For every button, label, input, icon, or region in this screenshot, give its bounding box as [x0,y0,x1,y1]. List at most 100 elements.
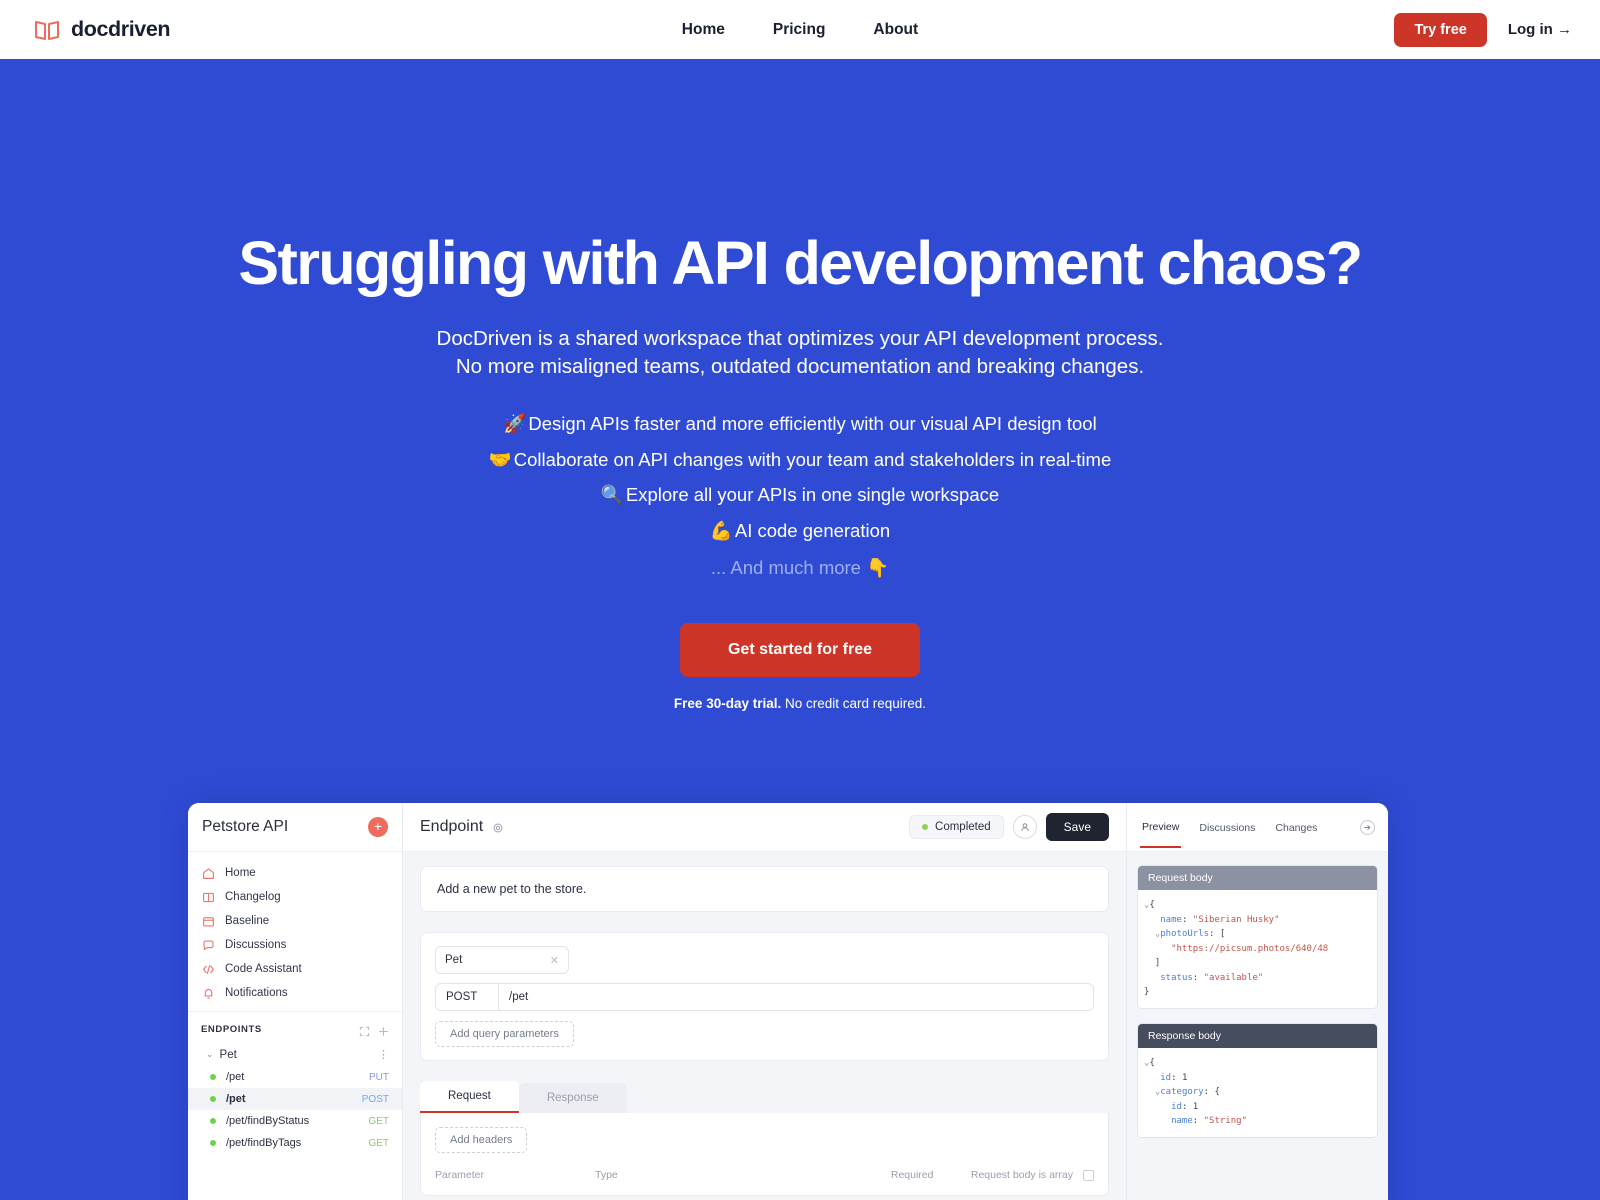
sidebar-item-changelog[interactable]: Changelog [188,885,402,909]
chevron-down-icon: ⌄ [206,1049,214,1059]
nav-links: Home Pricing About [0,21,1600,39]
endpoints-header: ENDPOINTS [188,1012,402,1043]
tab-request[interactable]: Request [420,1081,519,1113]
top-navbar: docdriven Home Pricing About Try free Lo… [0,0,1600,59]
book-icon [202,891,215,904]
sidebar-item-label: Discussions [225,939,287,951]
request-body-card: Request body ⌄{ name: "Siberian Husky" ⌄… [1137,865,1378,1010]
endpoint-group-pet[interactable]: ⌄ Pet ⋮ [188,1043,402,1066]
feature-text: Collaborate on API changes with your tea… [513,448,1112,470]
sidebar-item-code-assistant[interactable]: Code Assistant [188,957,402,981]
nav-link-pricing[interactable]: Pricing [773,21,826,39]
status-badge[interactable]: Completed [909,815,1004,839]
preview-body: Request body ⌄{ name: "Siberian Husky" ⌄… [1127,852,1388,1200]
sidebar-item-home[interactable]: Home [188,861,402,885]
endpoint-method: GET [368,1137,389,1149]
column-type: Type [595,1169,618,1181]
sidebar-item-baseline[interactable]: Baseline [188,909,402,933]
endpoint-path: /pet/findByTags [226,1137,302,1149]
request-definition-card: Pet ✕ POST /pet Add query parameters [420,932,1109,1061]
tab-changes[interactable]: Changes [1273,808,1319,847]
feature-text: AI code generation [734,519,891,541]
url-row: POST /pet [435,983,1094,1011]
column-parameter: Parameter [435,1169,485,1181]
endpoint-method: PUT [369,1071,389,1083]
calendar-icon [202,915,215,928]
feature-text: Explore all your APIs in one single work… [625,484,1000,506]
nav-actions: Try free Log in → [1394,12,1572,47]
get-started-button[interactable]: Get started for free [679,623,921,678]
status-dot [210,1074,216,1080]
main-toolbar: Endpoint Completed Save [403,803,1126,852]
request-body-array-checkbox[interactable] [1083,1169,1094,1181]
login-link[interactable]: Log in → [1508,21,1572,38]
endpoint-description[interactable]: Add a new pet to the store. [421,867,1108,911]
project-title: Petstore API [202,818,289,835]
tab-preview[interactable]: Preview [1140,807,1182,848]
response-body-title: Response body [1138,1024,1377,1049]
expand-icon[interactable] [359,1024,370,1037]
sidebar-item-label: Baseline [225,915,270,927]
response-body-code: ⌄{ id: 1 ⌄category: { id: 1 name: "Strin… [1138,1048,1377,1137]
endpoint-row[interactable]: /pet POST [188,1088,402,1110]
response-body-card: Response body ⌄{ id: 1 ⌄category: { id: … [1137,1023,1378,1138]
bell-icon [202,987,215,1000]
endpoint-row[interactable]: /pet/findByTags GET [188,1132,402,1154]
project-header: Petstore API + [188,803,402,852]
tab-discussions[interactable]: Discussions [1197,808,1257,847]
close-icon[interactable]: ✕ [550,954,559,967]
code-brackets-icon [202,963,215,976]
sidebar-nav: Home Changelog Baseline Discussions Code… [188,852,402,1012]
nav-link-about[interactable]: About [873,21,918,39]
endpoint-path: /pet/findByStatus [226,1115,310,1127]
sidebar-item-discussions[interactable]: Discussions [188,933,402,957]
endpoint-row[interactable]: /pet/findByStatus GET [188,1110,402,1132]
sidebar-item-label: Home [225,867,256,879]
rocket-icon: 🚀 [503,413,527,435]
add-query-parameters-button[interactable]: Add query parameters [435,1021,574,1047]
tag-field[interactable]: Pet ✕ [435,946,569,974]
gear-icon[interactable] [492,821,504,833]
nav-link-home[interactable]: Home [682,21,725,39]
endpoint-row[interactable]: /pet PUT [188,1066,402,1088]
and-much-more-text: ... And much more 👇 [710,557,890,579]
magnifier-icon: 🔍 [600,484,624,506]
column-request-body-array: Request body is array [970,1169,1073,1181]
sidebar-item-label: Code Assistant [225,963,302,975]
endpoint-path: /pet [226,1093,246,1105]
status-dot [922,824,929,830]
request-response-tabs: Request Response [420,1081,1109,1113]
avatar[interactable] [1012,815,1037,839]
endpoint-heading: Endpoint [420,818,484,835]
sidebar-item-notifications[interactable]: Notifications [188,981,402,1005]
save-button[interactable]: Save [1045,813,1109,841]
params-table-header: Parameter Type Required Request body is … [435,1169,1094,1181]
request-body-title: Request body [1138,866,1377,890]
description-card: Add a new pet to the store. [420,866,1109,912]
trial-note: Free 30-day trial. No credit card requir… [0,696,1600,711]
trial-note-rest: No credit card required. [781,696,927,712]
chat-bubble-icon [202,939,215,952]
method-select[interactable]: POST [435,983,499,1011]
arrow-right-circle-icon[interactable] [1360,819,1375,835]
app-screenshot-mockup: Petstore API + Home Changelog Baseline D… [188,803,1388,1200]
app-right-panel: Preview Discussions Changes Request body… [1126,803,1388,1200]
handshake-icon: 🤝 [488,448,512,470]
toolbar-actions: Completed Save [909,813,1109,841]
add-project-button[interactable]: + [368,817,388,837]
status-dot [210,1096,216,1102]
add-endpoint-icon[interactable] [378,1024,389,1036]
preview-tabs: Preview Discussions Changes [1127,803,1388,852]
status-dot [210,1140,216,1146]
sidebar-item-label: Notifications [225,987,288,999]
cta-area: Get started for free [0,623,1600,678]
app-main-panel: Endpoint Completed Save Add a new pet to… [403,803,1126,1200]
endpoint-method: POST [361,1093,389,1105]
add-headers-button[interactable]: Add headers [435,1127,528,1153]
muscle-icon: 💪 [709,519,733,541]
path-input[interactable]: /pet [499,983,1094,1011]
try-free-button[interactable]: Try free [1394,12,1487,47]
feature-item: 🚀 Design APIs faster and more efficiently… [0,415,1600,434]
tab-response[interactable]: Response [518,1083,627,1113]
group-menu-icon[interactable]: ⋮ [378,1048,389,1061]
